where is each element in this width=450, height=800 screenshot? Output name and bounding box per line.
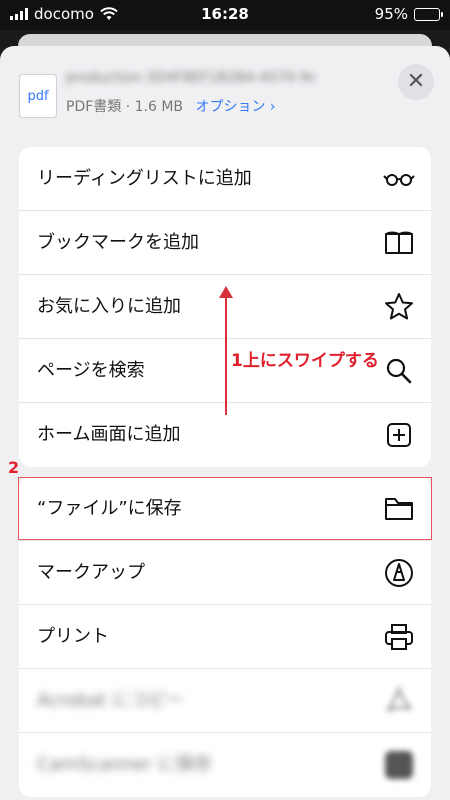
action-add-bookmark[interactable]: ブックマークを追加 xyxy=(19,211,431,275)
close-button[interactable]: ✕ xyxy=(398,64,434,100)
app-icon xyxy=(383,749,415,781)
add-square-icon xyxy=(383,419,415,451)
close-icon: ✕ xyxy=(406,69,426,94)
annotation-step-2: 2 xyxy=(8,458,20,477)
markup-pen-icon xyxy=(383,557,415,589)
action-label: ブックマークを追加 xyxy=(37,232,199,253)
reading-glasses-icon xyxy=(383,163,415,195)
action-label: CamScanner に保存 xyxy=(37,754,212,775)
action-label: “ファイル”に保存 xyxy=(37,498,182,519)
action-group-2: “ファイル”に保存 マークアップ プリント Acrobat にコピー CamSc… xyxy=(19,477,431,797)
book-icon xyxy=(383,227,415,259)
action-label: マークアップ xyxy=(37,562,145,583)
swipe-arrow-line xyxy=(225,292,227,415)
action-label: Acrobat にコピー xyxy=(37,690,185,711)
action-label: お気に入りに追加 xyxy=(37,296,181,317)
pdf-file-icon: pdf xyxy=(19,74,57,118)
action-label: リーディングリストに追加 xyxy=(37,168,252,189)
share-sheet: pdf production-3D4F8EF1B2B4-4570-9c6a-xx… xyxy=(0,46,450,800)
action-print[interactable]: プリント xyxy=(19,605,431,669)
status-bar: docomo 16:28 95% xyxy=(0,0,450,30)
action-label: ホーム画面に追加 xyxy=(37,424,181,445)
options-link[interactable]: オプション › xyxy=(195,99,275,115)
file-name: production-3D4F8EF1B2B4-4570-9c6a-xxxf xyxy=(66,70,316,86)
action-acrobat-copy[interactable]: Acrobat にコピー xyxy=(19,669,431,733)
action-camscanner[interactable]: CamScanner に保存 xyxy=(19,733,431,797)
action-add-reading-list[interactable]: リーディングリストに追加 xyxy=(19,147,431,211)
file-type-size: PDF書類 · 1.6 MB xyxy=(66,99,184,115)
search-icon xyxy=(383,355,415,387)
share-header: pdf production-3D4F8EF1B2B4-4570-9c6a-xx… xyxy=(0,46,450,146)
action-markup[interactable]: マークアップ xyxy=(19,541,431,605)
file-meta: PDF書類 · 1.6 MB オプション › xyxy=(66,96,276,116)
action-label: ページを検索 xyxy=(37,360,145,381)
battery-percent: 95% xyxy=(374,5,408,23)
folder-icon xyxy=(383,493,415,525)
annotation-step-1: 1上にスワイプする xyxy=(231,351,379,371)
printer-icon xyxy=(383,621,415,653)
action-label: プリント xyxy=(37,626,109,647)
star-icon xyxy=(383,291,415,323)
action-save-to-files[interactable]: “ファイル”に保存 xyxy=(19,477,431,541)
battery-icon xyxy=(414,7,443,21)
acrobat-icon xyxy=(383,685,415,717)
